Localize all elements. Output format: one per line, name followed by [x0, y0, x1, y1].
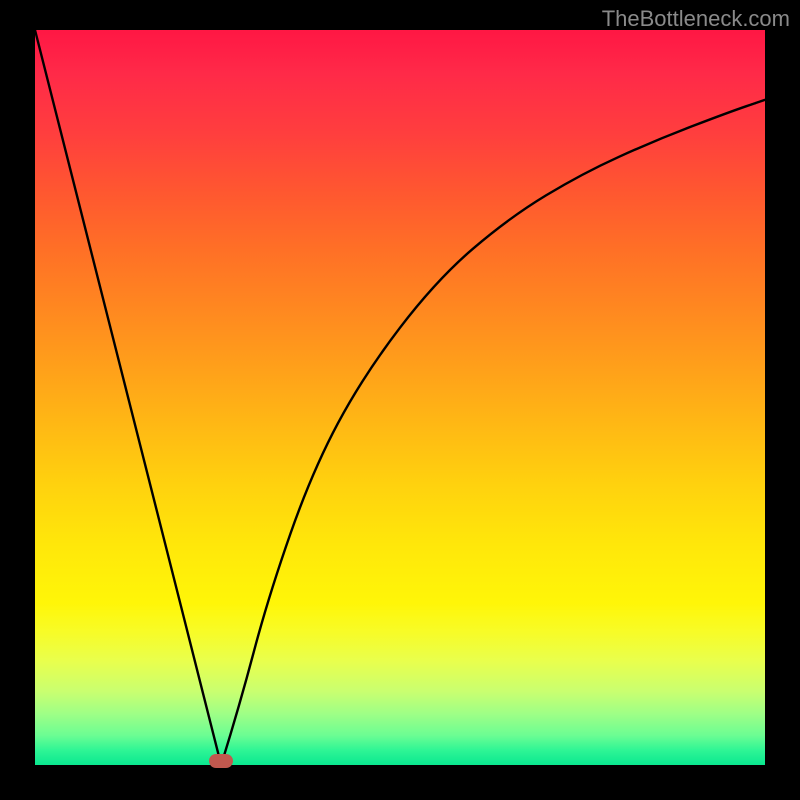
chart-frame: TheBottleneck.com — [0, 0, 800, 800]
gradient-plot-background — [35, 30, 765, 765]
optimal-point-marker — [209, 754, 233, 768]
watermark-text: TheBottleneck.com — [602, 6, 790, 32]
